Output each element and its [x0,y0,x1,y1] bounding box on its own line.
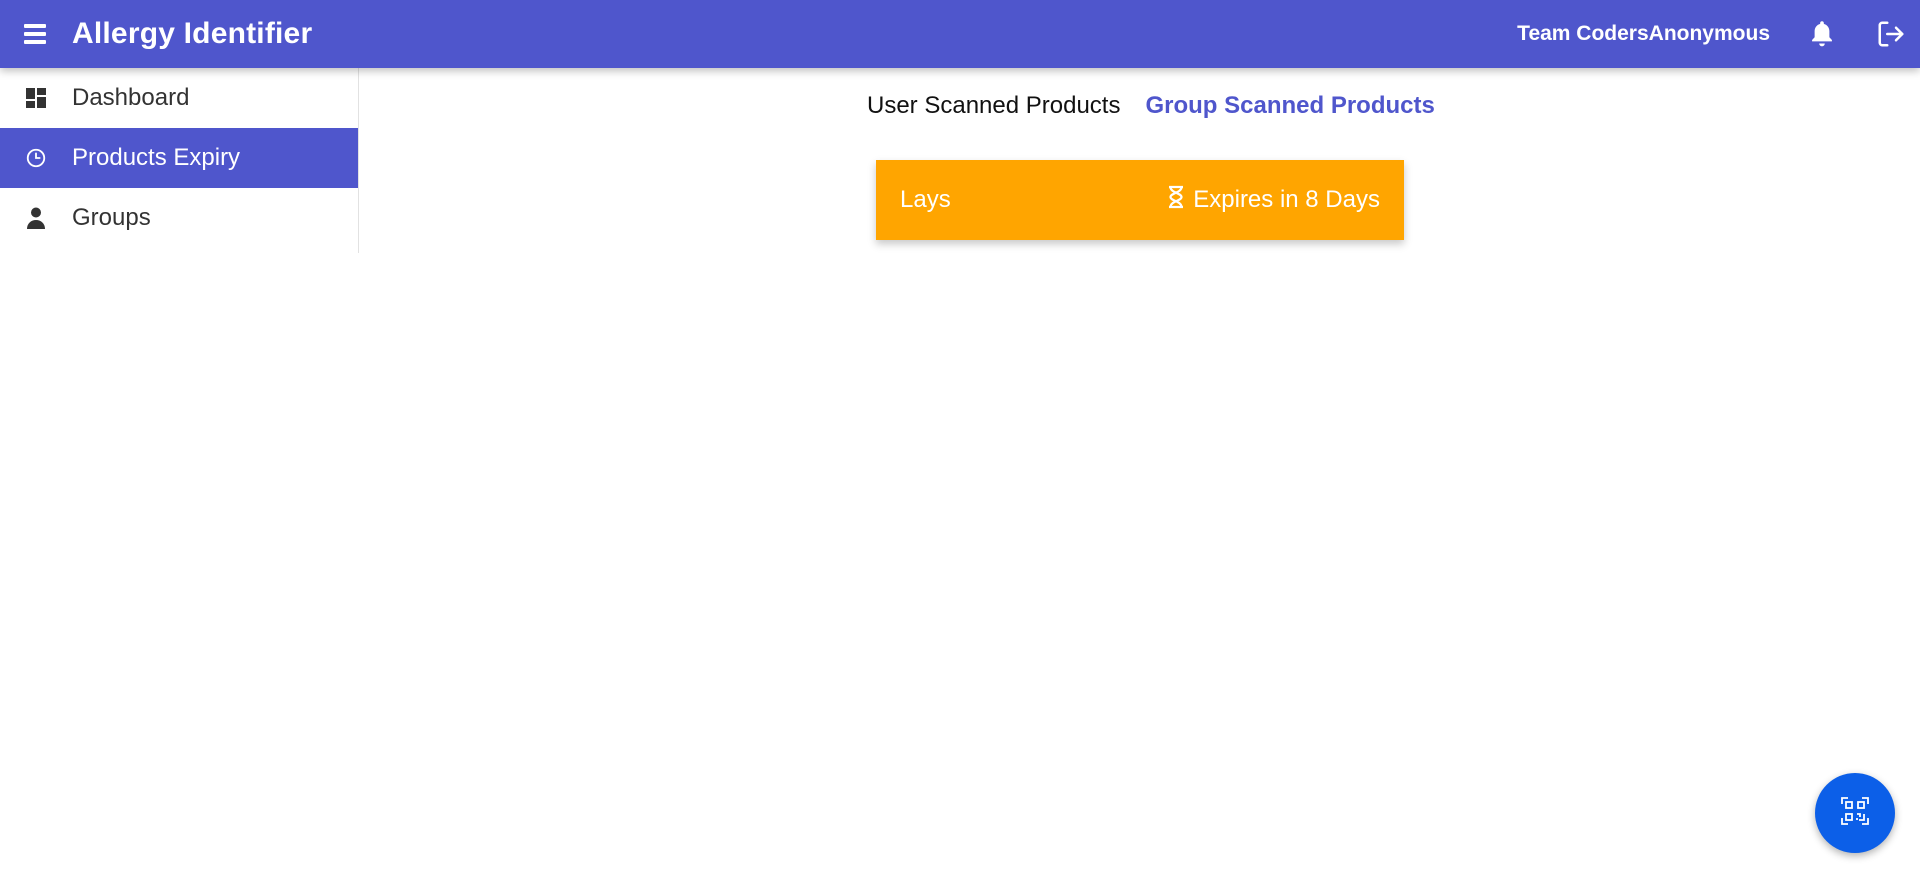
hourglass-icon [1167,185,1185,216]
qr-code-scan-icon [1841,796,1869,830]
sidebar-item-label: Dashboard [72,84,190,111]
app-title: Allergy Identifier [72,17,313,50]
bell-icon[interactable] [1808,19,1836,49]
sidebar-item-dashboard[interactable]: Dashboard [0,68,358,128]
expiry-info: Expires in 8 Days [1167,185,1380,216]
team-name: Team CodersAnonymous [1517,22,1770,45]
product-tabs: User Scanned Products Group Scanned Prod… [867,92,1435,120]
sidebar-item-label: Groups [72,204,151,231]
qr-scan-button[interactable] [1815,773,1895,853]
clock-icon [0,147,72,169]
sidebar-item-label: Products Expiry [72,144,241,171]
sidebar: Dashboard Products Expiry Groups [0,68,359,253]
sidebar-item-products-expiry[interactable]: Products Expiry [0,128,358,188]
product-name: Lays [900,186,951,213]
tab-user-scanned-products[interactable]: User Scanned Products [867,92,1120,120]
logout-icon[interactable] [1876,19,1906,49]
sidebar-item-groups[interactable]: Groups [0,188,358,248]
tab-group-scanned-products[interactable]: Group Scanned Products [1145,92,1434,120]
top-app-bar: Allergy Identifier Team CodersAnonymous [0,0,1920,68]
person-icon [0,207,72,229]
product-expiry-card[interactable]: Lays Expires in 8 Days [876,160,1404,240]
topbar-right: Team CodersAnonymous [1517,0,1920,68]
expiry-text: Expires in 8 Days [1193,186,1380,213]
dashboard-grid-icon [0,88,72,108]
hamburger-menu-icon[interactable] [24,24,46,44]
